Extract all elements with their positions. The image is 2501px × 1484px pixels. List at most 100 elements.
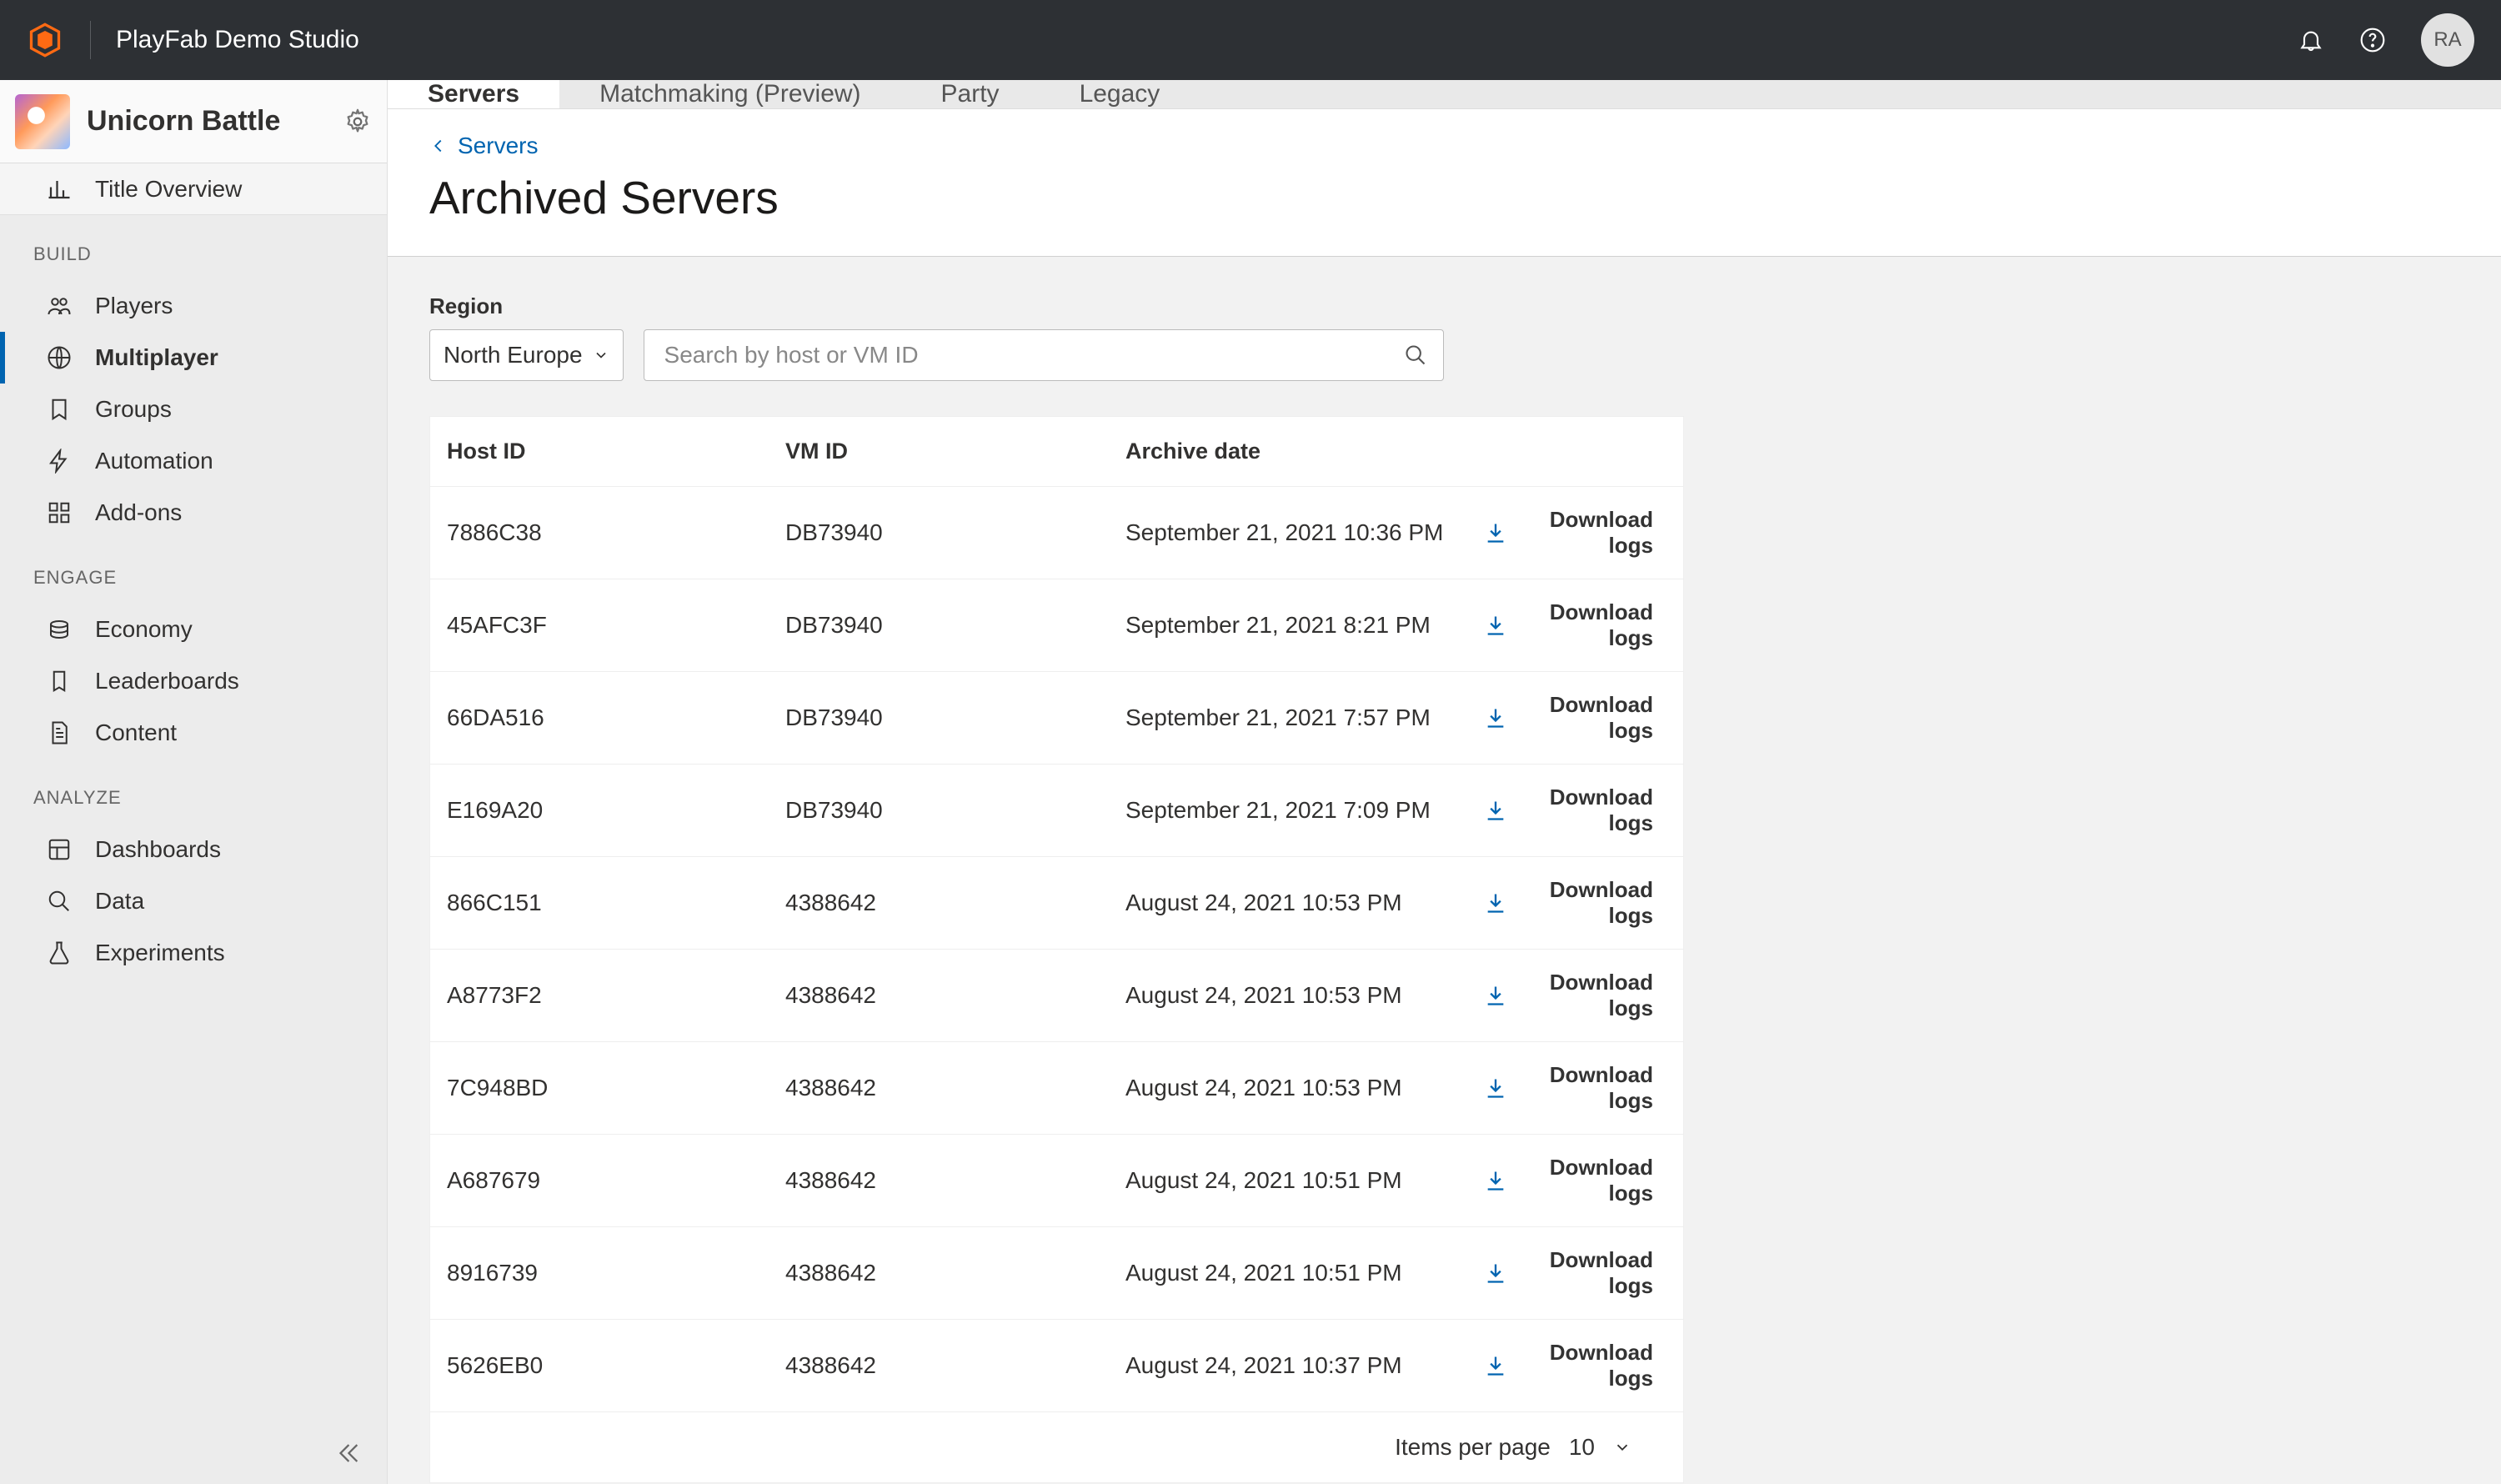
- magnifier-icon: [47, 889, 72, 914]
- breadcrumb[interactable]: Servers: [429, 133, 2459, 159]
- download-logs-label: Download logs: [1519, 785, 1653, 836]
- sidebar-item-experiments[interactable]: Experiments: [0, 927, 387, 979]
- content-area: Region North Europe: [388, 257, 2501, 1484]
- cell-vm-id: 4388642: [772, 950, 1112, 1042]
- sidebar-item-addons[interactable]: Add-ons: [0, 487, 387, 539]
- tab-matchmaking[interactable]: Matchmaking (Preview): [559, 80, 900, 108]
- sidebar-item-title-overview[interactable]: Title Overview: [0, 163, 387, 215]
- download-logs-link[interactable]: Download logs: [1484, 785, 1653, 836]
- playfab-logo-icon: [27, 22, 63, 58]
- download-logs-link[interactable]: Download logs: [1484, 1247, 1653, 1299]
- col-host-id[interactable]: Host ID: [430, 417, 772, 487]
- cell-vm-id: DB73940: [772, 579, 1112, 672]
- table-row: A8773F24388642August 24, 2021 10:53 PM Do…: [430, 950, 1683, 1042]
- sidebar-item-players[interactable]: Players: [0, 280, 387, 332]
- table-row: E169A20DB73940September 21, 2021 7:09 PM…: [430, 765, 1683, 857]
- sidebar-item-label: Experiments: [95, 940, 225, 966]
- table-row: 89167394388642August 24, 2021 10:51 PMDo…: [430, 1227, 1683, 1320]
- download-logs-label: Download logs: [1519, 1062, 1653, 1114]
- chevron-down-icon[interactable]: [1613, 1438, 1631, 1456]
- download-logs-label: Download logs: [1519, 877, 1653, 929]
- download-icon: [1484, 799, 1507, 822]
- download-logs-link[interactable]: Download logs: [1484, 877, 1653, 929]
- title-name: Unicorn Battle: [87, 105, 327, 138]
- cell-host-id: 7C948BD: [430, 1042, 772, 1135]
- cell-host-id: 8916739: [430, 1227, 772, 1320]
- download-icon: [1484, 706, 1507, 729]
- bar-chart-icon: [47, 177, 72, 202]
- sidebar-item-economy[interactable]: Economy: [0, 604, 387, 655]
- cell-host-id: A8773F2: [430, 950, 772, 1042]
- avatar[interactable]: RA: [2421, 13, 2474, 67]
- download-icon: [1484, 1354, 1507, 1377]
- download-logs-link[interactable]: Download logs: [1484, 507, 1653, 559]
- sidebar-item-label: Title Overview: [95, 176, 242, 203]
- sidebar-item-dashboards[interactable]: Dashboards: [0, 824, 387, 875]
- gear-icon[interactable]: [343, 108, 372, 136]
- sidebar-item-label: Multiplayer: [95, 344, 218, 371]
- download-logs-link[interactable]: Download logs: [1484, 970, 1653, 1021]
- cell-host-id: 866C151: [430, 857, 772, 950]
- download-logs-link[interactable]: Download logs: [1484, 1340, 1653, 1391]
- region-filter: Region North Europe: [429, 293, 624, 381]
- cell-archive-date: August 24, 2021 10:53 PM: [1112, 1042, 1471, 1135]
- items-per-page-label: Items per page: [1395, 1434, 1551, 1461]
- studio-name[interactable]: PlayFab Demo Studio: [116, 26, 359, 54]
- cell-host-id: A687679: [430, 1135, 772, 1227]
- tabs-bar: Servers Matchmaking (Preview) Party Lega…: [388, 80, 2501, 109]
- table-row: 45AFC3FDB73940September 21, 2021 8:21 PM…: [430, 579, 1683, 672]
- col-vm-id[interactable]: VM ID: [772, 417, 1112, 487]
- table-row: A6876794388642August 24, 2021 10:51 PMDo…: [430, 1135, 1683, 1227]
- col-actions: [1471, 417, 1683, 487]
- title-selector[interactable]: Unicorn Battle: [0, 80, 387, 163]
- download-icon: [1484, 1076, 1507, 1100]
- search-input[interactable]: [644, 329, 1444, 381]
- download-icon: [1484, 614, 1507, 637]
- download-logs-label: Download logs: [1519, 1340, 1653, 1391]
- cell-host-id: 5626EB0: [430, 1320, 772, 1412]
- table-header-row: Host ID VM ID Archive date: [430, 417, 1683, 487]
- lightning-icon: [47, 449, 72, 474]
- sidebar-item-label: Economy: [95, 616, 193, 643]
- table-row: 7886C38DB73940September 21, 2021 10:36 P…: [430, 487, 1683, 579]
- cell-archive-date: September 21, 2021 8:21 PM: [1112, 579, 1471, 672]
- table-row: 866C1514388642August 24, 2021 10:53 PM Do…: [430, 857, 1683, 950]
- col-archive-date[interactable]: Archive date: [1112, 417, 1471, 487]
- bookmark-icon: [47, 397, 72, 422]
- download-icon: [1484, 1169, 1507, 1192]
- sidebar-item-automation[interactable]: Automation: [0, 435, 387, 487]
- cell-host-id: 45AFC3F: [430, 579, 772, 672]
- bell-icon[interactable]: [2298, 27, 2324, 53]
- chevron-left-icon: [429, 137, 448, 155]
- cell-archive-date: September 21, 2021 10:36 PM: [1112, 487, 1471, 579]
- tab-legacy[interactable]: Legacy: [1040, 80, 1200, 108]
- download-icon: [1484, 521, 1507, 544]
- cell-archive-date: August 24, 2021 10:53 PM: [1112, 857, 1471, 950]
- cell-vm-id: 4388642: [772, 857, 1112, 950]
- sidebar-item-content[interactable]: Content: [0, 707, 387, 759]
- tab-servers[interactable]: Servers: [388, 80, 559, 108]
- sidebar-item-groups[interactable]: Groups: [0, 384, 387, 435]
- sidebar-item-leaderboards[interactable]: Leaderboards: [0, 655, 387, 707]
- cell-archive-date: August 24, 2021 10:53 PM: [1112, 950, 1471, 1042]
- download-logs-link[interactable]: Download logs: [1484, 599, 1653, 651]
- collapse-sidebar-icon[interactable]: [333, 1439, 362, 1467]
- sidebar-item-data[interactable]: Data: [0, 875, 387, 927]
- download-logs-link[interactable]: Download logs: [1484, 692, 1653, 744]
- tab-party[interactable]: Party: [901, 80, 1040, 108]
- cell-host-id: E169A20: [430, 765, 772, 857]
- download-logs-link[interactable]: Download logs: [1484, 1062, 1653, 1114]
- dashboard-icon: [47, 837, 72, 862]
- sidebar-item-multiplayer[interactable]: Multiplayer: [0, 332, 387, 384]
- region-dropdown[interactable]: North Europe: [429, 329, 624, 381]
- sidebar-item-label: Groups: [95, 396, 172, 423]
- help-icon[interactable]: [2359, 27, 2386, 53]
- cell-archive-date: August 24, 2021 10:51 PM: [1112, 1135, 1471, 1227]
- download-logs-link[interactable]: Download logs: [1484, 1155, 1653, 1206]
- items-per-page-value: 10: [1569, 1434, 1595, 1461]
- sidebar-item-label: Automation: [95, 448, 213, 474]
- region-label: Region: [429, 293, 624, 319]
- breadcrumb-parent: Servers: [458, 133, 538, 159]
- coins-icon: [47, 617, 72, 642]
- download-logs-label: Download logs: [1519, 970, 1653, 1021]
